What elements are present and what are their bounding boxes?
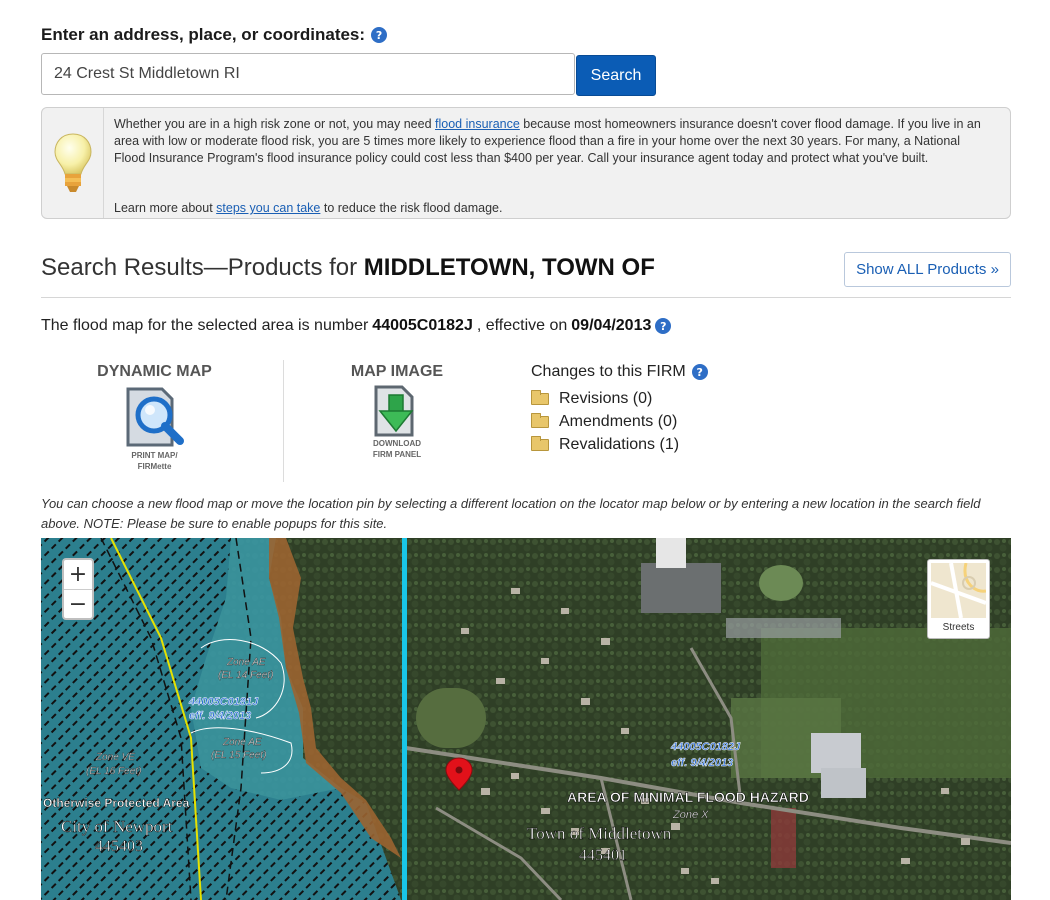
label-el: (EL 15 Feet) (211, 750, 266, 761)
label-otherwise-protected: Otherwise Protected Area (43, 796, 190, 810)
lightbulb-icon (42, 108, 104, 218)
parking-lot (641, 563, 721, 613)
streets-thumbnail (931, 563, 986, 618)
zoom-out-button[interactable]: − (64, 589, 92, 618)
building (726, 618, 841, 638)
zoom-control: + − (62, 558, 94, 620)
change-item-revalidations[interactable]: Revalidations (1) (531, 433, 708, 456)
label-zone-ae: Zone AE (222, 737, 262, 748)
magnifier-document-icon[interactable] (124, 387, 186, 449)
map-image-sub: DOWNLOAD (373, 439, 421, 448)
results-title-prefix: Search Results—Products for (41, 254, 364, 281)
search-label-text: Enter an address, place, or coordinates: (41, 25, 366, 44)
label-el: (EL 14 Feet) (218, 670, 273, 681)
map-canvas[interactable]: Zone AE (EL 14 Feet) Zone AE (EL 15 Feet… (41, 538, 1011, 900)
label-newport-id: 445403 (95, 838, 143, 855)
help-icon[interactable]: ? (371, 27, 388, 43)
dynamic-map-sub: FIRMette (137, 462, 172, 471)
dynamic-map-title: DYNAMIC MAP (97, 363, 212, 380)
change-item-label: Revalidations (1) (559, 435, 680, 453)
search-button[interactable]: Search (576, 55, 656, 96)
tip-learn-text: to reduce the risk flood damage. (320, 201, 503, 215)
help-icon[interactable]: ? (655, 318, 672, 334)
search-label: Enter an address, place, or coordinates:… (41, 25, 388, 45)
map-image-title: MAP IMAGE (350, 363, 444, 380)
effective-date: 09/04/2013 (571, 317, 652, 334)
label-zone-ae: Zone AE (226, 657, 266, 668)
label-el: (EL 16 Feet) (86, 766, 141, 777)
download-icon[interactable] (372, 385, 422, 437)
basemap-toggle[interactable]: Streets (927, 559, 990, 639)
label-zone-ve: Zone VE (95, 752, 135, 763)
folder-icon (531, 389, 549, 405)
basemap-label: Streets (942, 622, 975, 633)
building (811, 733, 861, 773)
building (656, 538, 686, 568)
show-all-products-button[interactable]: Show ALL Products » (844, 252, 1011, 287)
flood-insurance-link[interactable]: flood insurance (435, 117, 520, 131)
map-image-product[interactable]: MAP IMAGE DOWNLOAD FIRM PANEL (346, 363, 448, 459)
steps-link[interactable]: steps you can take (216, 201, 320, 215)
folder-icon (531, 435, 549, 451)
folder-icon (531, 412, 549, 428)
building (821, 768, 866, 798)
field (416, 688, 486, 748)
label-zone-x: Zone X (672, 809, 709, 821)
help-icon[interactable]: ? (691, 364, 708, 380)
tip-text-part: Whether you are in a high risk zone or n… (114, 117, 436, 131)
search-input[interactable] (41, 53, 575, 95)
flood-map-number-line: The flood map for the selected area is n… (41, 317, 672, 335)
map-number: 44005C0182J (372, 317, 473, 334)
label-panel-182: 44005C0182J (670, 741, 741, 753)
label-panel-181: 44005C0181J (188, 696, 259, 708)
effective-label: , effective on (476, 317, 568, 334)
label-middletown: Town of Middletown (527, 824, 672, 843)
divider (41, 297, 1011, 298)
label-panel-181-eff: eff. 9/4/2013 (189, 710, 251, 722)
label-minimal-hazard: AREA OF MINIMAL FLOOD HAZARD (567, 789, 809, 805)
community-name: MIDDLETOWN, TOWN OF (363, 254, 655, 281)
firm-changes: Changes to this FIRM ? Revisions (0) Ame… (531, 363, 708, 456)
changes-title: Changes to this FIRM ? (531, 363, 708, 381)
map-instructions: You can choose a new flood map or move t… (41, 496, 981, 531)
dynamic-map-sub: PRINT MAP/ (131, 451, 178, 460)
changes-title-text: Changes to this FIRM (531, 363, 686, 380)
change-item-revisions[interactable]: Revisions (0) (531, 387, 708, 410)
change-item-label: Amendments (0) (559, 412, 678, 430)
change-item-label: Revisions (0) (559, 389, 653, 407)
zoom-in-button[interactable]: + (64, 560, 92, 589)
ball-field (759, 565, 803, 601)
change-item-amendments[interactable]: Amendments (0) (531, 410, 708, 433)
tennis-courts (771, 808, 796, 868)
label-newport: City of Newport (61, 817, 173, 836)
panel-boundary (402, 538, 407, 900)
locator-map[interactable]: Zone AE (EL 14 Feet) Zone AE (EL 15 Feet… (41, 538, 1011, 900)
flood-insurance-tip: Whether you are in a high risk zone or n… (41, 107, 1011, 219)
results-title: Search Results—Products for MIDDLETOWN, … (41, 254, 655, 282)
tip-text: Whether you are in a high risk zone or n… (114, 116, 984, 167)
tip-learn-text: Learn more about (114, 201, 217, 215)
column-divider (283, 360, 284, 482)
map-image-sub: FIRM PANEL (372, 450, 422, 459)
map-number-prefix: The flood map for the selected area is n… (41, 317, 369, 334)
label-middletown-id: 445401 (579, 847, 627, 864)
dynamic-map-product[interactable]: DYNAMIC MAP PRINT MAP/ FIRMette (92, 363, 217, 471)
tip-learn-more: Learn more about steps you can take to r… (114, 201, 502, 215)
label-panel-182-eff: eff. 9/4/2013 (671, 757, 733, 769)
